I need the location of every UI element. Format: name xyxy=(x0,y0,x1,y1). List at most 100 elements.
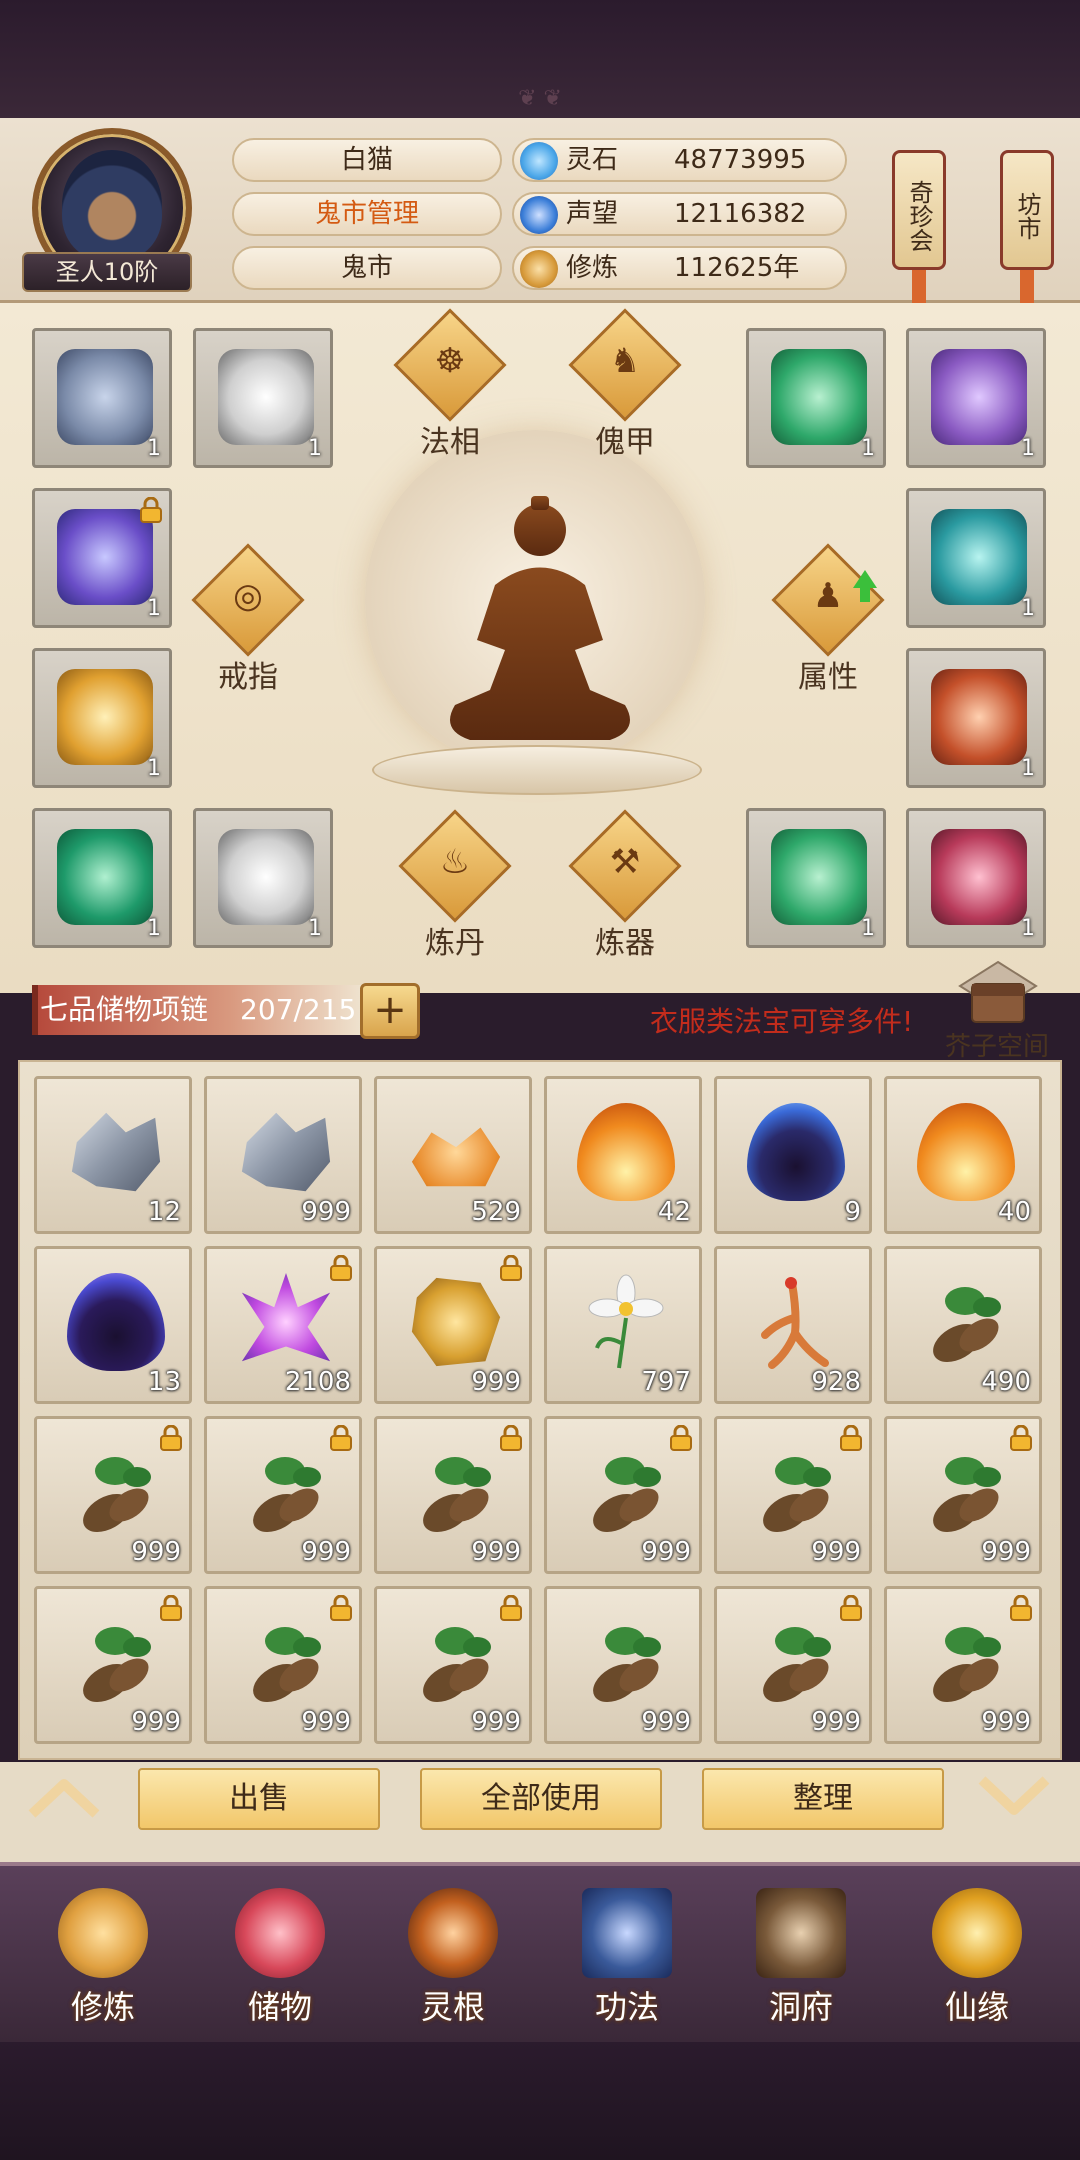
herb-root-icon xyxy=(83,1457,151,1532)
lock-icon xyxy=(500,1425,522,1451)
bag-item[interactable]: 999 xyxy=(714,1586,872,1744)
nav-cultivation[interactable]: 修炼 xyxy=(28,1870,178,2040)
equipment-slot[interactable]: 1 xyxy=(906,488,1046,628)
bag-item[interactable]: 42 xyxy=(544,1076,702,1234)
nav-spirit-root[interactable]: 灵根 xyxy=(378,1870,528,2040)
amber-ore-icon xyxy=(411,1127,501,1187)
equipment-slot[interactable]: 1 xyxy=(906,328,1046,468)
category-label: 法相 xyxy=(420,425,480,460)
resource-name: 灵石 xyxy=(566,145,619,175)
mustard-space-button[interactable]: 芥子空间 xyxy=(945,1026,1049,1063)
bag-item[interactable]: 999 xyxy=(374,1416,532,1574)
bag-item[interactable]: 797 xyxy=(544,1246,702,1404)
nav-label: 功法 xyxy=(594,1988,659,2026)
lianqi-button[interactable]: ⚒ 炼器 xyxy=(568,809,682,961)
equipment-slot[interactable]: 1 xyxy=(193,328,333,468)
bag-item[interactable]: 40 xyxy=(884,1076,1042,1234)
bag-item[interactable]: 999 xyxy=(714,1416,872,1574)
cultivator-icon xyxy=(58,1888,148,1978)
bag-item[interactable]: 928 xyxy=(714,1246,872,1404)
bottom-decor-band xyxy=(0,2042,1080,2160)
spirit-root-icon xyxy=(408,1888,498,1978)
teal-boots-icon xyxy=(931,509,1027,605)
resource-spirit-stone: 灵石 48773995 xyxy=(512,138,847,182)
item-count: 1 xyxy=(308,916,322,941)
equipment-slot[interactable]: 1 xyxy=(32,488,172,628)
lock-icon xyxy=(1010,1425,1032,1451)
bag-item[interactable]: 12 xyxy=(34,1076,192,1234)
bag-item[interactable]: 999 xyxy=(374,1246,532,1404)
hooded-figure-icon xyxy=(62,150,162,260)
item-count: 1 xyxy=(861,916,875,941)
player-location: 鬼市 xyxy=(232,246,502,290)
equipment-slot[interactable]: 1 xyxy=(746,808,886,948)
resource-value: 48773995 xyxy=(674,145,807,175)
lock-icon xyxy=(160,1425,182,1451)
blue-crystal-icon xyxy=(520,142,558,180)
purple-boots-icon xyxy=(931,349,1027,445)
fangshi-button[interactable]: 坊市 xyxy=(1000,150,1054,270)
shuxing-button[interactable]: ♟ 属性 xyxy=(771,543,885,695)
bag-item[interactable]: 9 xyxy=(714,1076,872,1234)
herb-root-icon xyxy=(423,1627,491,1702)
nav-cave-dwelling[interactable]: 洞府 xyxy=(726,1870,876,2040)
meditating-figure-icon xyxy=(450,496,630,740)
storage-container-name: 七品储物项链 xyxy=(40,993,209,1026)
expand-storage-button[interactable]: + xyxy=(360,983,420,1039)
item-count: 1 xyxy=(147,916,161,941)
bag-item[interactable]: 999 xyxy=(374,1586,532,1744)
herb-root-icon xyxy=(83,1627,151,1702)
sell-button[interactable]: 出售 xyxy=(138,1768,380,1830)
equipment-slot[interactable]: 1 xyxy=(193,808,333,948)
equipment-slot[interactable]: 1 xyxy=(32,648,172,788)
bag-item[interactable]: 999 xyxy=(544,1586,702,1744)
hint-text: 衣服类法宝可穿多件! xyxy=(650,1005,914,1038)
nav-label: 灵根 xyxy=(420,1988,485,2026)
dark-flame-icon xyxy=(67,1273,165,1371)
bag-item[interactable]: 2108 xyxy=(204,1246,362,1404)
white-tiger-icon xyxy=(218,349,314,445)
equipment-slot[interactable]: 1 xyxy=(906,648,1046,788)
bag-item[interactable]: 529 xyxy=(374,1076,532,1234)
jiezhi-button[interactable]: ◎ 戒指 xyxy=(191,543,305,695)
item-count: 999 xyxy=(811,1537,861,1567)
equipment-slot[interactable]: 1 xyxy=(32,328,172,468)
category-label: 炼器 xyxy=(595,926,655,961)
bag-item[interactable]: 999 xyxy=(34,1586,192,1744)
nav-technique[interactable]: 功法 xyxy=(552,1870,702,2040)
kuijia-button[interactable]: ♞ 傀甲 xyxy=(568,308,682,460)
bag-item[interactable]: 999 xyxy=(884,1586,1042,1744)
bag-item[interactable]: 999 xyxy=(544,1416,702,1574)
lock-icon xyxy=(140,497,162,523)
nav-label: 洞府 xyxy=(768,1988,833,2026)
chest-icon[interactable] xyxy=(958,960,1038,1030)
nav-storage[interactable]: 储物 xyxy=(205,1870,355,2040)
nav-fate[interactable]: 仙缘 xyxy=(902,1870,1052,2040)
faxiang-button[interactable]: ☸ 法相 xyxy=(393,308,507,460)
liandan-button[interactable]: ♨ 炼丹 xyxy=(398,809,512,961)
resource-value: 112625年 xyxy=(674,253,800,283)
sort-button[interactable]: 整理 xyxy=(702,1768,944,1830)
item-count: 40 xyxy=(997,1197,1031,1227)
bag-item[interactable]: 13 xyxy=(34,1246,192,1404)
qizhenhui-button[interactable]: 奇珍会 xyxy=(892,150,946,270)
bag-item[interactable]: 999 xyxy=(884,1416,1042,1574)
equipment-slot[interactable]: 1 xyxy=(906,808,1046,948)
bag-item[interactable]: 999 xyxy=(204,1586,362,1744)
bag-item[interactable]: 999 xyxy=(204,1076,362,1234)
item-count: 999 xyxy=(981,1707,1031,1737)
equipment-slot[interactable]: 1 xyxy=(32,808,172,948)
resource-name: 声望 xyxy=(566,199,619,229)
lock-icon xyxy=(330,1255,352,1281)
equipment-slot[interactable]: 1 xyxy=(746,328,886,468)
item-count: 797 xyxy=(641,1367,691,1397)
page-down-arrow-icon[interactable] xyxy=(974,1772,1054,1822)
player-role-button[interactable]: 鬼市管理 xyxy=(232,192,502,236)
herb-root-icon xyxy=(423,1457,491,1532)
page-up-arrow-icon[interactable] xyxy=(24,1772,104,1822)
bag-item[interactable]: 490 xyxy=(884,1246,1042,1404)
bag-item[interactable]: 999 xyxy=(34,1416,192,1574)
use-all-button[interactable]: 全部使用 xyxy=(420,1768,662,1830)
bag-item[interactable]: 999 xyxy=(204,1416,362,1574)
meditation-icon xyxy=(520,250,558,288)
